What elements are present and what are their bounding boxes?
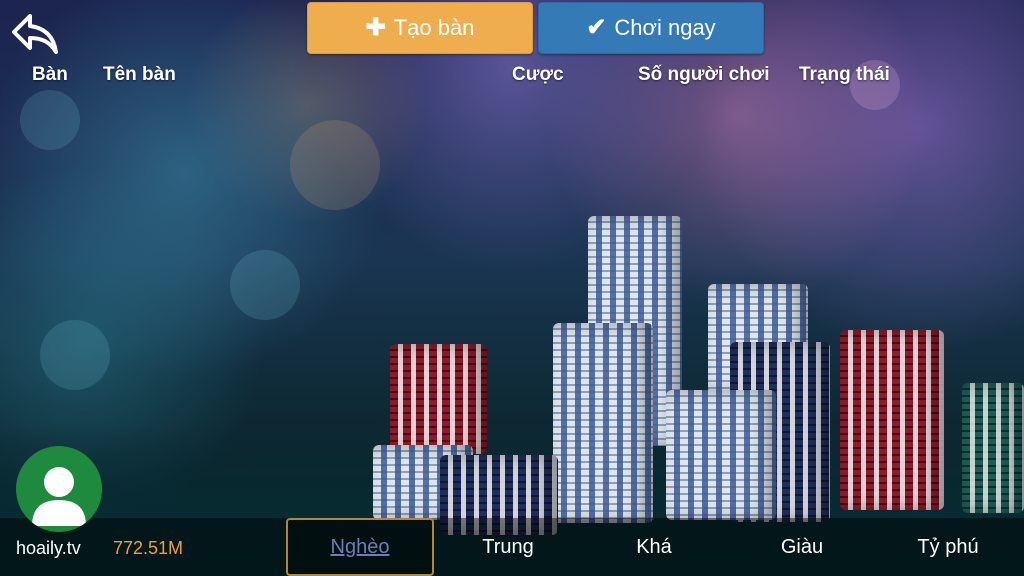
header-status: Trạng thái: [799, 64, 890, 85]
background-bokeh: [290, 120, 380, 210]
avatar[interactable]: [16, 446, 102, 532]
user-avatar-icon: [32, 467, 86, 526]
create-table-button[interactable]: ✚ Tạo bàn: [307, 2, 533, 54]
username: hoaily.tv: [16, 538, 81, 558]
background-bokeh: [40, 320, 110, 390]
create-table-label: Tạo bàn: [393, 15, 475, 40]
background-bokeh: [230, 250, 300, 320]
header-players: Số người chơi: [638, 64, 770, 85]
tier-tab-kha[interactable]: Khá: [580, 518, 728, 576]
header-table-name: Tên bàn: [103, 64, 176, 85]
tier-tab-trung[interactable]: Trung: [434, 518, 582, 576]
balance: 772.51M: [113, 538, 184, 558]
background-bokeh: [20, 90, 80, 150]
poker-chip-stack: [962, 383, 1024, 513]
plus-icon: ✚: [365, 14, 386, 41]
poker-chip-stack: [666, 390, 776, 520]
checkmark-icon: ✔: [586, 14, 607, 41]
header-bet: Cược: [512, 64, 564, 85]
play-now-button[interactable]: ✔ Chơi ngay: [538, 2, 764, 54]
back-arrow-icon: [12, 14, 58, 54]
tier-tab-giau[interactable]: Giàu: [728, 518, 876, 576]
poker-chip-stack: [390, 344, 487, 454]
header-table: Bàn: [32, 64, 68, 85]
tier-tab-ngheo[interactable]: Nghèo: [286, 518, 434, 576]
poker-chip-stack: [840, 330, 944, 510]
poker-chip-stack: [553, 323, 653, 523]
play-now-label: Chơi ngay: [614, 15, 716, 40]
back-button[interactable]: [10, 12, 60, 56]
tier-tab-ty-phu[interactable]: Tỷ phú: [874, 518, 1022, 576]
